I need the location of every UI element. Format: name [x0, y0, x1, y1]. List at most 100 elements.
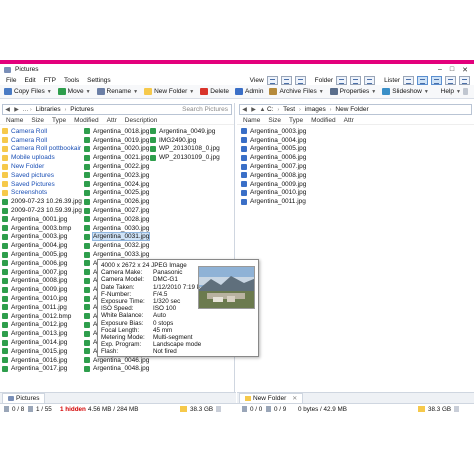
file-item[interactable]: WP_20130108_0.jpg: [150, 145, 220, 154]
delete-button[interactable]: Delete: [200, 88, 229, 95]
col-size[interactable]: Size: [31, 117, 44, 124]
folder-menu[interactable]: Folder: [315, 77, 333, 84]
file-item[interactable]: Argentina_0008.jpg: [2, 277, 82, 286]
file-item[interactable]: Argentina_0001.jpg: [2, 215, 82, 224]
drive-options-icon[interactable]: [454, 406, 460, 412]
file-item[interactable]: Argentina_0016.jpg: [2, 356, 82, 365]
file-item[interactable]: Argentina_0026.jpg: [84, 197, 149, 206]
file-item[interactable]: Argentina_0011.jpg: [2, 303, 82, 312]
col-attr[interactable]: Attr: [344, 117, 354, 124]
file-item[interactable]: 2009-07-23 10.59.39.jpg: [2, 206, 82, 215]
lister-options-icon[interactable]: [459, 75, 470, 85]
file-item[interactable]: Argentina_0030.jpg: [84, 224, 149, 233]
col-modified[interactable]: Modified: [74, 117, 99, 124]
forward-icon[interactable]: ▶: [12, 106, 21, 113]
file-item[interactable]: Argentina_0005.jpg: [2, 250, 82, 259]
breadcrumb-libraries[interactable]: Libraries: [36, 106, 61, 113]
file-item[interactable]: Argentina_0024.jpg: [84, 180, 149, 189]
lister-single-icon[interactable]: [403, 75, 414, 85]
file-item[interactable]: Argentina_0027.jpg: [84, 206, 149, 215]
admin-button[interactable]: Admin: [235, 88, 263, 95]
file-item[interactable]: Argentina_0046.jpg: [84, 356, 149, 365]
file-item[interactable]: Argentina_0020.jpg: [84, 145, 149, 154]
file-item[interactable]: Argentina_0031.jpg: [84, 232, 151, 242]
col-name[interactable]: Name: [243, 117, 260, 124]
lister-vertical-icon[interactable]: [431, 75, 442, 85]
tab-new-folder[interactable]: New Folder ✕: [239, 393, 304, 403]
file-item[interactable]: Argentina_0010.jpg: [2, 294, 82, 303]
move-button[interactable]: Move ▼: [57, 88, 91, 95]
col-attr[interactable]: Attr: [107, 117, 117, 124]
back-icon[interactable]: ◀: [3, 106, 12, 113]
drive-options-icon[interactable]: [216, 406, 222, 412]
properties-button[interactable]: Properties ▼: [329, 88, 376, 95]
view-menu[interactable]: View: [250, 77, 264, 84]
breadcrumb-pictures[interactable]: Pictures: [70, 106, 93, 113]
file-item[interactable]: Argentina_0009.jpg: [241, 180, 306, 189]
file-item[interactable]: Argentina_0010.jpg: [241, 189, 306, 198]
col-modified[interactable]: Modified: [311, 117, 336, 124]
folder-new-icon[interactable]: [364, 75, 376, 85]
file-item[interactable]: Argentina_0017.jpg: [2, 365, 82, 374]
close-icon[interactable]: ✕: [462, 66, 468, 74]
file-item[interactable]: Argentina_0033.jpg: [84, 250, 149, 259]
help-button[interactable]: Help ▼: [441, 88, 468, 95]
file-item[interactable]: Argentina_0003.bmp: [2, 224, 82, 233]
breadcrumb-images[interactable]: images: [305, 106, 326, 113]
menu-file[interactable]: File: [6, 77, 16, 84]
file-item[interactable]: Argentina_0012.jpg: [2, 321, 82, 330]
col-description[interactable]: Description: [125, 117, 158, 124]
folder-item[interactable]: Camera Roll: [2, 136, 82, 145]
archive-files-button[interactable]: Archive Files ▼: [269, 88, 324, 95]
folder-item[interactable]: Mobile uploads: [2, 153, 82, 162]
file-item[interactable]: Argentina_0009.jpg: [2, 285, 82, 294]
col-size[interactable]: Size: [268, 117, 281, 124]
file-item[interactable]: Argentina_0006.jpg: [241, 153, 306, 162]
file-item[interactable]: Argentina_0003.jpg: [2, 233, 82, 242]
lister-horizontal-icon[interactable]: [445, 75, 456, 85]
minimize-icon[interactable]: –: [438, 66, 442, 74]
file-item[interactable]: Argentina_0022.jpg: [84, 162, 149, 171]
view-thumbs-icon[interactable]: [294, 75, 306, 85]
menu-edit[interactable]: Edit: [24, 77, 35, 84]
breadcrumb-drive[interactable]: C:: [267, 106, 274, 113]
copy-files-button[interactable]: Copy Files ▼: [4, 88, 52, 95]
file-item[interactable]: Argentina_0006.jpg: [2, 259, 82, 268]
forward-icon[interactable]: ▶: [249, 106, 258, 113]
file-item[interactable]: Argentina_0004.jpg: [241, 136, 306, 145]
tab-pictures[interactable]: Pictures: [2, 393, 46, 403]
view-details-icon[interactable]: [266, 75, 278, 85]
file-item[interactable]: Argentina_0007.jpg: [2, 268, 82, 277]
file-item[interactable]: Argentina_0004.jpg: [2, 241, 82, 250]
file-item[interactable]: Argentina_0028.jpg: [84, 215, 149, 224]
file-item[interactable]: Argentina_0013.jpg: [2, 329, 82, 338]
new-folder-button[interactable]: New Folder ▼: [144, 88, 194, 95]
folder-tree-icon[interactable]: [336, 75, 348, 85]
folder-item[interactable]: Saved Pictures: [2, 180, 82, 189]
file-item[interactable]: Argentina_0018.jpg: [84, 127, 149, 136]
hidden-count[interactable]: 1 hidden: [60, 406, 86, 413]
rename-button[interactable]: Rename ▼: [96, 88, 138, 95]
breadcrumb-root-icon[interactable]: …: [21, 107, 30, 113]
file-item[interactable]: Argentina_0015.jpg: [2, 347, 82, 356]
col-type[interactable]: Type: [289, 117, 303, 124]
file-item[interactable]: Argentina_0008.jpg: [241, 171, 306, 180]
up-icon[interactable]: ▲: [258, 107, 267, 113]
file-item[interactable]: Argentina_0048.jpg: [84, 365, 149, 374]
menu-ftp[interactable]: FTP: [44, 77, 56, 84]
file-item[interactable]: Argentina_0025.jpg: [84, 189, 149, 198]
folder-item[interactable]: Saved pictures: [2, 171, 82, 180]
folder-item[interactable]: New Folder: [2, 162, 82, 171]
left-address-bar[interactable]: ◀ ▶ … › Libraries › Pictures Search Pict…: [2, 104, 232, 115]
slideshow-button[interactable]: Slideshow ▼: [382, 88, 429, 95]
file-item[interactable]: 2009-07-23 10.26.39.jpg: [2, 197, 82, 206]
file-item[interactable]: Argentina_0021.jpg: [84, 153, 149, 162]
close-tab-icon[interactable]: ✕: [292, 395, 297, 402]
file-item[interactable]: Argentina_0011.jpg: [241, 197, 306, 206]
file-item[interactable]: Argentina_0019.jpg: [84, 136, 149, 145]
file-item[interactable]: Argentina_0007.jpg: [241, 162, 306, 171]
menu-tools[interactable]: Tools: [64, 77, 79, 84]
folder-up-icon[interactable]: [350, 75, 362, 85]
folder-item[interactable]: Camera Roll: [2, 127, 82, 136]
right-address-bar[interactable]: ◀ ▶ ▲ C: › Test › images › New Folder: [239, 104, 472, 115]
